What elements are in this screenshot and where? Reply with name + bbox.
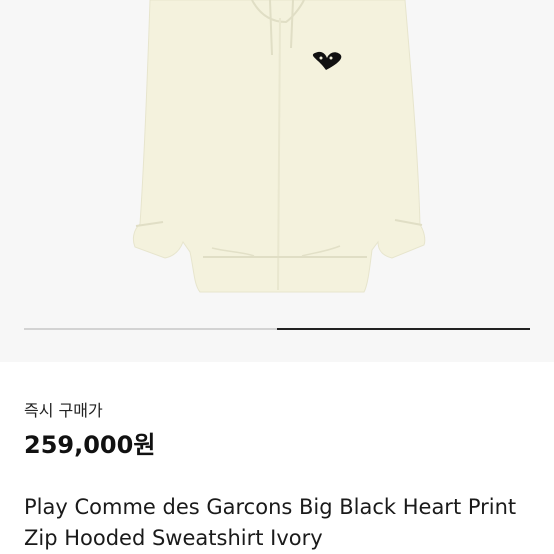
hoodie-image [132,0,426,293]
gallery-progress-indicator [277,328,530,330]
instant-buy-label: 즉시 구매가 [24,401,103,420]
product-price: 259,000원 [24,431,156,459]
product-title: Play Comme des Garcons Big Black Heart P… [24,495,517,550]
product-image-gallery[interactable] [0,0,554,362]
gallery-progress-track [24,328,530,330]
